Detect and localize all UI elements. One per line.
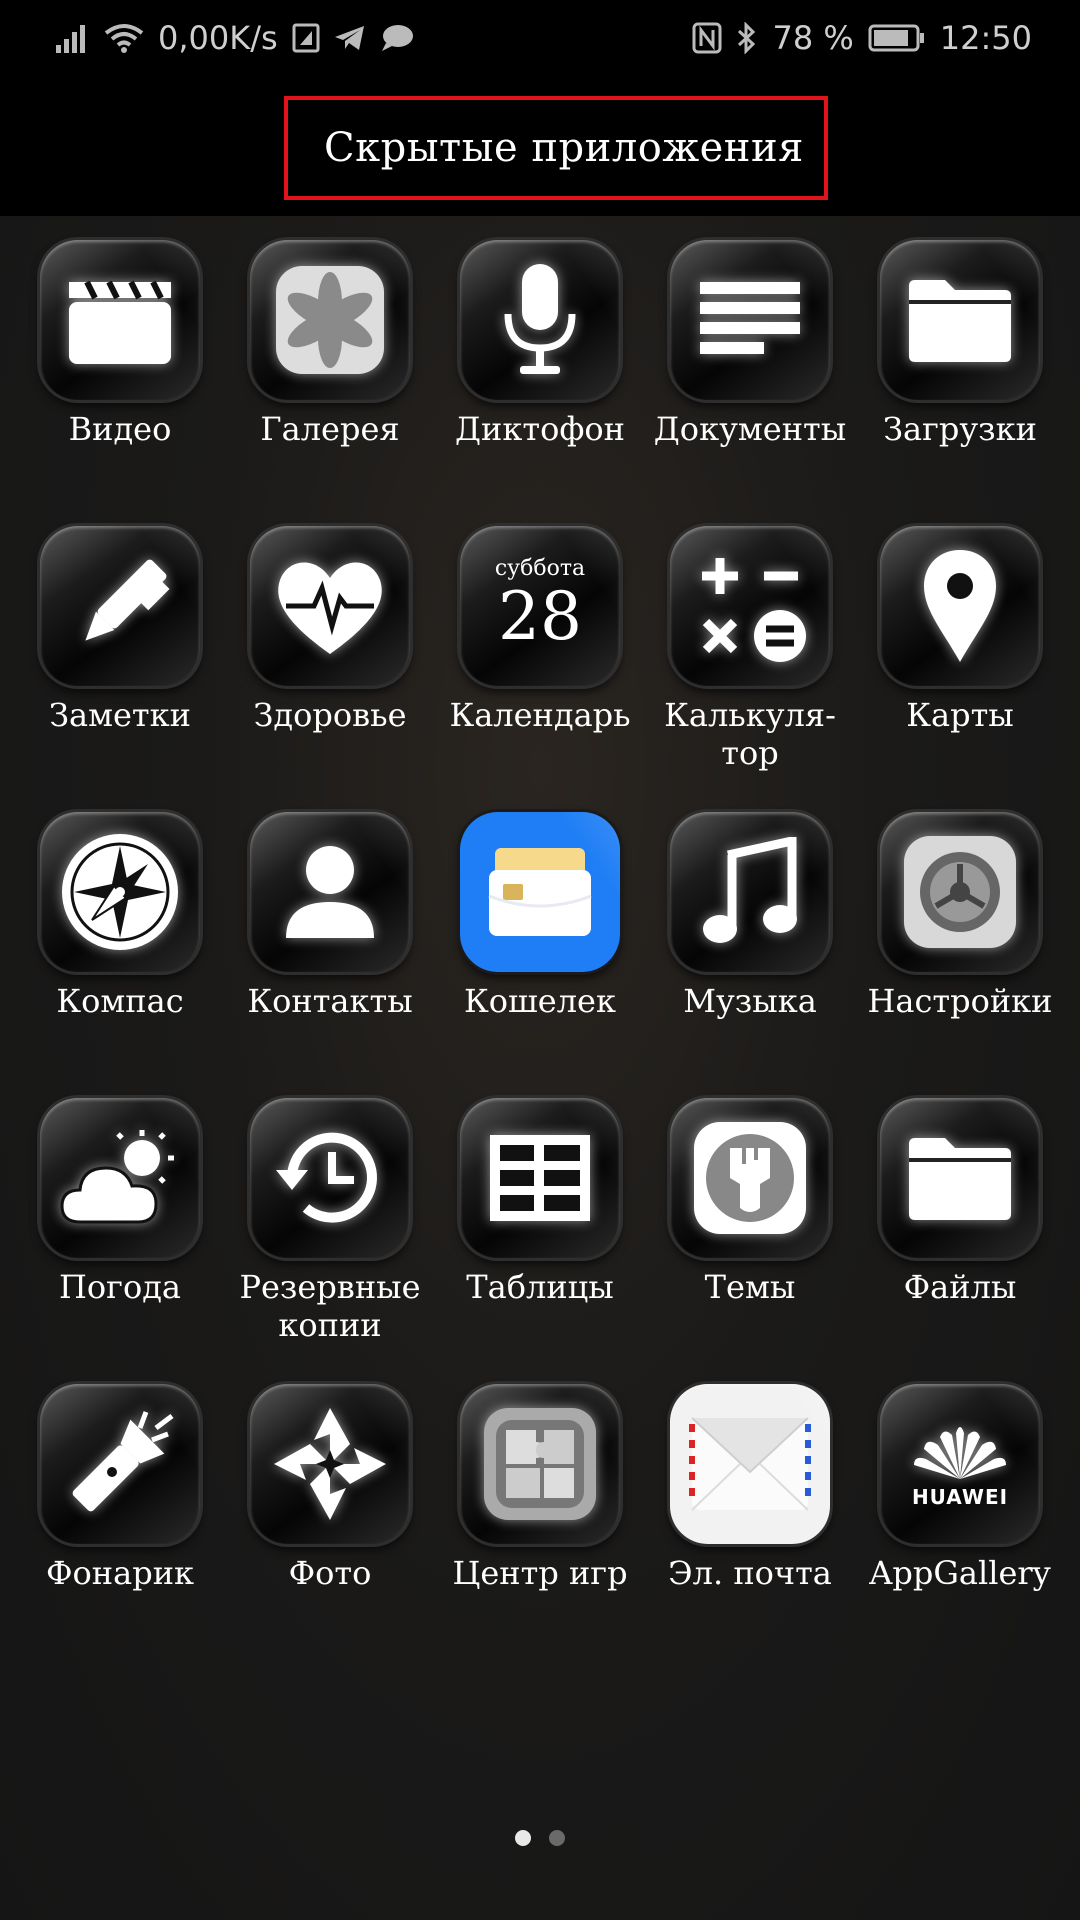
app-label: Документы [653,410,847,448]
document-lines-icon [670,240,830,400]
app-label: Загрузки [883,410,1037,448]
wallet-icon [460,812,620,972]
app-label: Настройки [867,982,1053,1020]
app-health[interactable]: Здоровье [225,526,435,812]
telegram-icon [334,24,366,52]
app-downloads[interactable]: Загрузки [855,240,1065,526]
network-speed: 0,00K/s [158,19,278,57]
status-bar: 0,00K/s 78 % 12:50 [0,0,1080,76]
app-label: Здоровье [253,696,407,734]
app-video[interactable]: Видео [15,240,225,526]
app-label: Видео [68,410,172,448]
compass-icon [40,812,200,972]
message-bubble-icon [380,23,414,53]
clock-time: 12:50 [939,19,1032,57]
app-label: AppGallery [869,1554,1051,1592]
signal-icon [56,23,90,53]
app-label: Кошелек [464,982,616,1020]
battery-percent: 78 % [772,19,854,57]
music-note-icon [670,812,830,972]
map-pin-icon [880,526,1040,686]
app-flashlight[interactable]: Фонарик [15,1384,225,1670]
bluetooth-icon [736,22,758,54]
app-dictaphone[interactable]: Диктофон [435,240,645,526]
app-label: Диктофон [455,410,625,448]
app-calendar[interactable]: суббота 28 Календарь [435,526,645,812]
app-label: Музыка [683,982,817,1020]
calculator-icon [670,526,830,686]
app-label: Фонарик [45,1554,195,1592]
microphone-icon [460,240,620,400]
themes-brush-icon [670,1098,830,1258]
huawei-logo-text: HUAWEI [911,1485,1009,1509]
battery-icon [868,23,926,53]
app-backup[interactable]: Резервные копии [225,1098,435,1384]
folder-icon [880,240,1040,400]
app-tables[interactable]: Таблицы [435,1098,645,1384]
calendar-icon: суббота 28 [460,526,620,686]
app-label: Темы [704,1268,796,1306]
weather-cloud-sun-icon [40,1098,200,1258]
app-contacts[interactable]: Контакты [225,812,435,1098]
folder-title[interactable]: Скрытые приложения [284,96,828,200]
backup-history-icon [250,1098,410,1258]
app-label: Таблицы [466,1268,614,1306]
page-indicator [0,1830,1080,1846]
settings-gear-icon [880,812,1040,972]
app-email[interactable]: Эл. почта [645,1384,855,1670]
app-label: Погода [59,1268,181,1306]
wifi-icon [104,23,144,53]
calendar-weekday: суббота [494,555,586,581]
app-calculator[interactable]: Калькуля- тор [645,526,855,812]
game-center-puzzle-icon [460,1384,620,1544]
app-photo[interactable]: Фото [225,1384,435,1670]
huawei-appgallery-icon: HUAWEI [880,1384,1040,1544]
nfc-icon [692,22,722,54]
app-label: Контакты [247,982,413,1020]
app-music[interactable]: Музыка [645,812,855,1098]
app-maps[interactable]: Карты [855,526,1065,812]
app-label: Заметки [49,696,191,734]
app-game-center[interactable]: Центр игр [435,1384,645,1670]
folder-header: Скрытые приложения [0,76,1080,216]
app-label: Галерея [260,410,400,448]
app-compass[interactable]: Компас [15,812,225,1098]
app-label: Эл. почта [668,1554,832,1592]
page-dot-1[interactable] [515,1830,531,1846]
app-themes[interactable]: Темы [645,1098,855,1384]
app-label: Калькуля- тор [664,696,836,772]
app-settings[interactable]: Настройки [855,812,1065,1098]
calendar-day: 28 [498,577,582,655]
app-label: Календарь [449,696,631,734]
app-files[interactable]: Файлы [855,1098,1065,1384]
contact-person-icon [250,812,410,972]
heart-pulse-icon [250,526,410,686]
files-folder-icon [880,1098,1040,1258]
gallery-flower-icon [250,240,410,400]
app-weather[interactable]: Погода [15,1098,225,1384]
app-label: Карты [906,696,1014,734]
page-dot-2[interactable] [549,1830,565,1846]
app-gallery[interactable]: Галерея [225,240,435,526]
app-label: Резервные копии [239,1268,421,1344]
app-label: Файлы [903,1268,1017,1306]
video-clapper-icon [40,240,200,400]
photo-pinwheel-icon [250,1384,410,1544]
app-label: Фото [288,1554,372,1592]
pen-icon [40,526,200,686]
app-grid: Видео Галерея Диктофон Документы Загрузк… [15,240,1065,1670]
flashlight-icon [40,1384,200,1544]
app-wallet[interactable]: Кошелек [435,812,645,1098]
spreadsheet-icon [460,1098,620,1258]
app-notes[interactable]: Заметки [15,526,225,812]
app-documents[interactable]: Документы [645,240,855,526]
sim-notification-icon [292,23,320,53]
email-envelope-icon [670,1384,830,1544]
app-appgallery[interactable]: HUAWEI AppGallery [855,1384,1065,1670]
app-label: Компас [56,982,184,1020]
app-label: Центр игр [452,1554,628,1592]
